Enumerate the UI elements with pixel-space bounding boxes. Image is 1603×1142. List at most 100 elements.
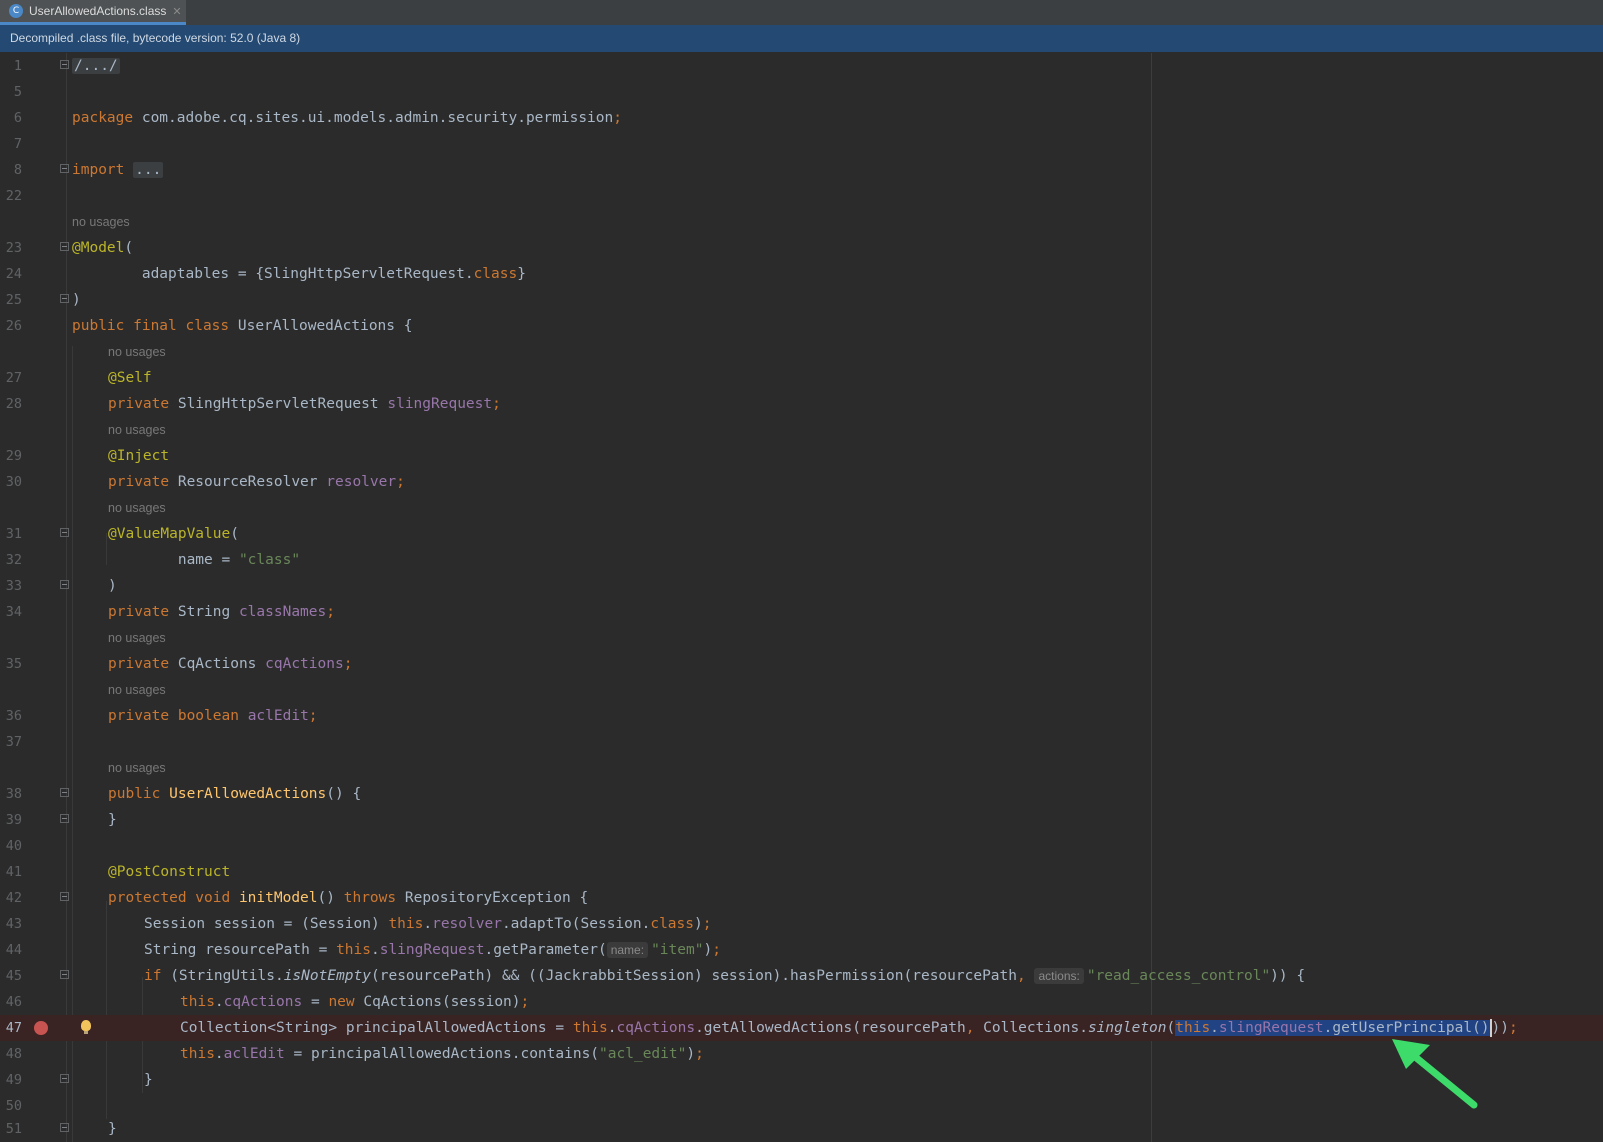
line-number: 8 [13, 162, 22, 178]
class-name: UserAllowedActions { [229, 318, 413, 334]
code-line: 33 ) [0, 573, 1603, 599]
string-literal: "read_access_control" [1086, 968, 1271, 984]
breakpoint-icon[interactable] [34, 1021, 48, 1035]
code-text: ) [686, 1046, 696, 1062]
comma: , [965, 1020, 984, 1036]
usages-hint[interactable]: no usages [108, 417, 166, 443]
fold-toggle-icon[interactable] [60, 1074, 69, 1083]
code-line: 24 adaptables = {SlingHttpServletRequest… [0, 261, 1603, 287]
keyword: protected void [108, 890, 231, 906]
line-number: 41 [5, 864, 22, 880]
code-line: 43 Session session = (Session) this.reso… [0, 911, 1603, 937]
code-text: )) { [1270, 968, 1306, 984]
tab-title: UserAllowedActions.class [29, 4, 167, 18]
line-number: 28 [5, 396, 22, 412]
usages-hint[interactable]: no usages [72, 209, 130, 235]
code-text: } [144, 1072, 153, 1088]
code-line: 6 package com.adobe.cq.sites.ui.models.a… [0, 105, 1603, 131]
code-line: 40 [0, 833, 1603, 859]
parameter-hint: name: [606, 942, 649, 958]
keyword: public [108, 786, 161, 802]
close-icon[interactable]: ✕ [172, 5, 181, 18]
line-number: 46 [5, 994, 22, 1010]
line-number: 42 [5, 890, 22, 906]
fold-toggle-icon[interactable] [60, 528, 69, 537]
code-text: ) [72, 292, 81, 308]
code-text: )) [1491, 1020, 1510, 1036]
line-number: 1 [13, 58, 22, 74]
fold-toggle-icon[interactable] [60, 580, 69, 589]
code-text: . [607, 1020, 617, 1036]
keyword: public final class [72, 318, 230, 334]
code-editor[interactable]: 1 /.../ 5 6 package com.adobe.cq.sites.u… [0, 53, 1603, 1142]
selected-expression[interactable]: this.slingRequest.getUserPrincipal() [1175, 1020, 1490, 1036]
code-line: 22 [0, 183, 1603, 209]
line-number: 25 [5, 292, 22, 308]
line-number: 26 [5, 318, 22, 334]
semicolon: ; [613, 110, 622, 126]
fold-toggle-icon[interactable] [60, 60, 69, 69]
line-number: 24 [5, 266, 22, 282]
keyword: private boolean [108, 708, 239, 724]
code-line: 45 if (StringUtils.isNotEmpty(resourcePa… [0, 963, 1603, 989]
method-name: UserAllowedActions [169, 786, 327, 802]
keyword: this [336, 942, 371, 958]
usages-hint[interactable]: no usages [108, 677, 166, 703]
code-line: 37 [0, 729, 1603, 755]
line-number: 36 [5, 708, 22, 724]
method-name: initModel [238, 890, 318, 906]
code-text: CqActions(session) [354, 994, 521, 1010]
line-number: 22 [5, 188, 22, 204]
fold-toggle-icon[interactable] [60, 788, 69, 797]
code-text: . [1210, 1020, 1219, 1036]
static-method: isNotEmpty [283, 968, 371, 984]
line-number: 6 [13, 110, 22, 126]
green-arrow-annotation [1392, 1039, 1478, 1109]
usages-hint-row: no usages [0, 755, 1603, 781]
code-text: adaptables = {SlingHttpServletRequest. [72, 266, 474, 282]
folded-imports[interactable]: ... [133, 162, 164, 178]
usages-hint[interactable]: no usages [108, 339, 166, 365]
usages-hint-row: no usages [0, 339, 1603, 365]
code-line: 7 [0, 131, 1603, 157]
fold-toggle-icon[interactable] [60, 294, 69, 303]
semicolon: ; [1509, 1020, 1518, 1036]
code-line: 8 import ... [0, 157, 1603, 183]
code-text: . [370, 942, 380, 958]
fold-toggle-icon[interactable] [60, 814, 69, 823]
line-number: 35 [5, 656, 22, 672]
fold-toggle-icon[interactable] [60, 1123, 69, 1132]
type: SlingHttpServletRequest [169, 396, 388, 412]
semicolon: ; [308, 708, 318, 724]
line-number: 7 [13, 136, 22, 152]
class-file-icon: C [9, 4, 23, 18]
usages-hint[interactable]: no usages [108, 625, 166, 651]
code-text: (StringUtils. [161, 968, 284, 984]
fold-toggle-icon[interactable] [60, 970, 69, 979]
field: cqActions [616, 1020, 696, 1036]
field: classNames [238, 604, 327, 620]
annotation: @Inject [108, 448, 170, 464]
line-number: 33 [5, 578, 22, 594]
keyword: this [1175, 1020, 1211, 1036]
folded-header[interactable]: /.../ [72, 58, 120, 74]
code-line: 42 protected void initModel() throws Rep… [0, 885, 1603, 911]
code-line: 44 String resourcePath = this.slingReque… [0, 937, 1603, 963]
fold-toggle-icon[interactable] [60, 242, 69, 251]
lightbulb-icon[interactable] [81, 1020, 91, 1034]
semicolon: ; [326, 604, 335, 620]
usages-hint[interactable]: no usages [108, 755, 166, 781]
keyword: package [72, 110, 134, 126]
code-text: ) [108, 578, 117, 594]
code-line: 46 this.cqActions = new CqActions(sessio… [0, 989, 1603, 1015]
code-text: . [214, 1046, 224, 1062]
usages-hint[interactable]: no usages [108, 495, 166, 521]
line-number: 29 [5, 448, 22, 464]
breakpoint-line: 47 Collection<String> principalAllowedAc… [0, 1015, 1603, 1041]
fold-toggle-icon[interactable] [60, 892, 69, 901]
fold-toggle-icon[interactable] [60, 164, 69, 173]
code-text: RepositoryException { [396, 890, 589, 906]
tab-user-allowed-actions[interactable]: C UserAllowedActions.class ✕ [0, 0, 186, 25]
package-name: com.adobe.cq.sites.ui.models.admin.secur… [133, 110, 614, 126]
keyword: this [180, 994, 215, 1010]
